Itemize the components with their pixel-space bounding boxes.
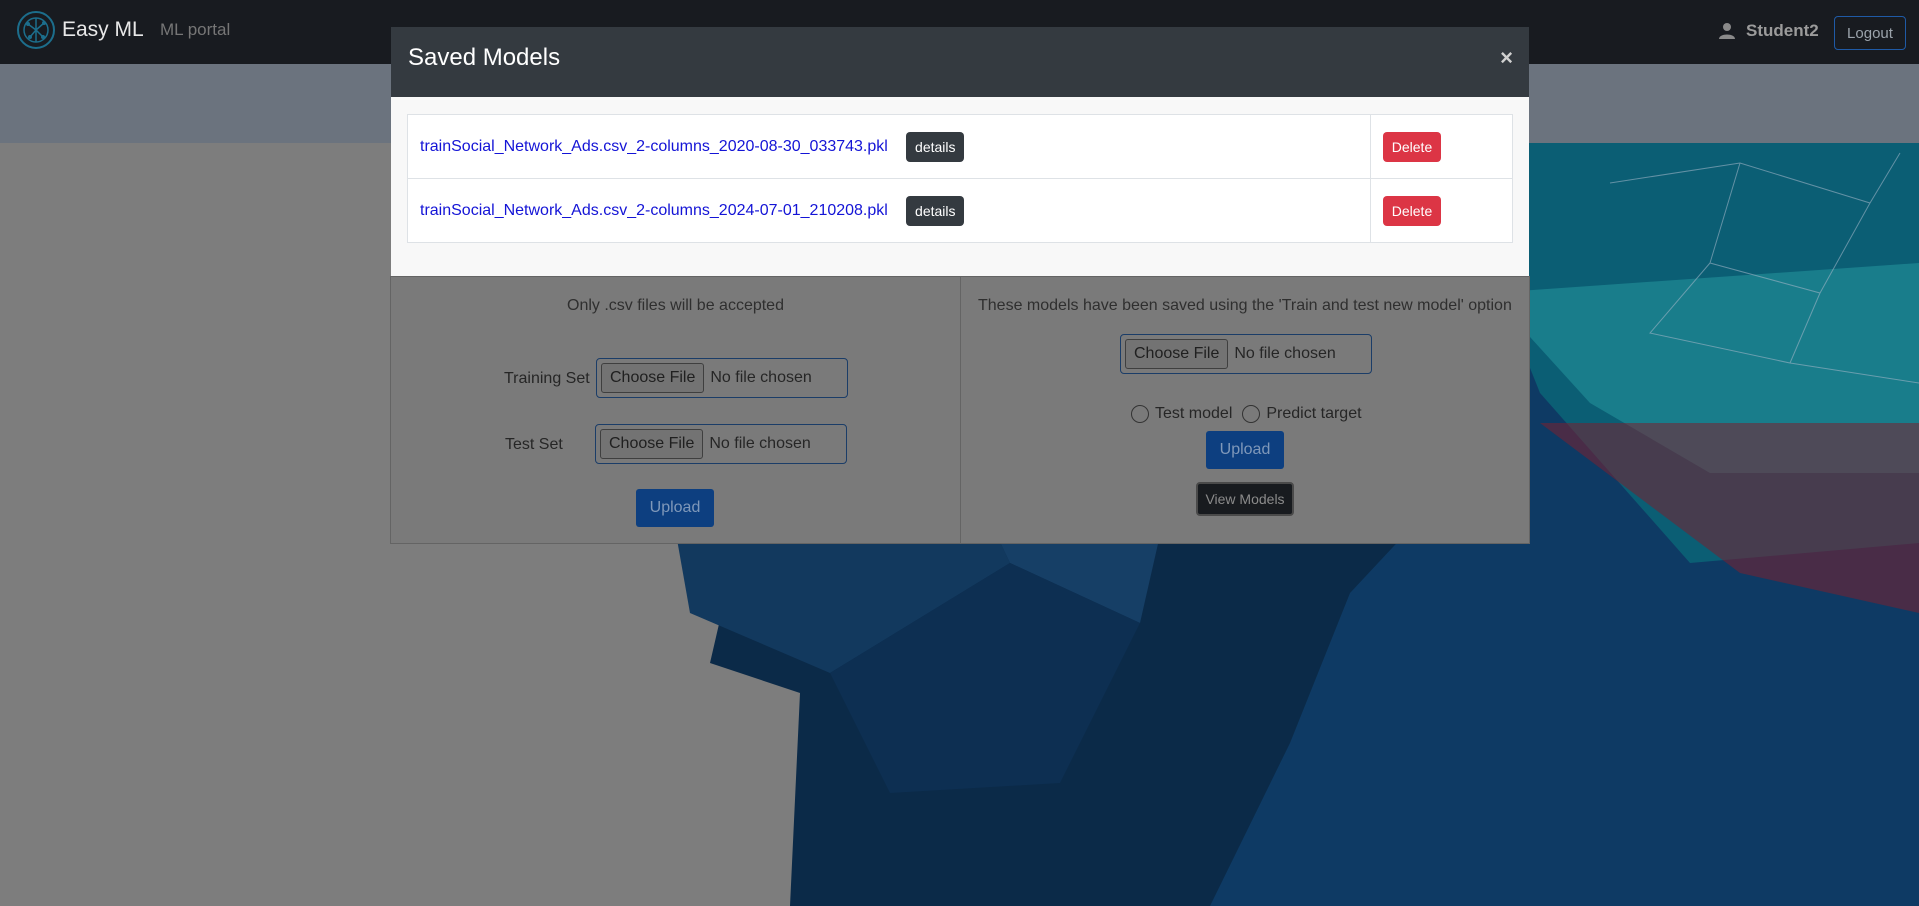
model-name-cell: trainSocial_Network_Ads.csv_2-columns_20… <box>407 178 1371 243</box>
test-model-radio-label: Test model <box>1155 405 1233 422</box>
nav-link-ml-portal[interactable]: ML portal <box>160 20 230 40</box>
train-upload-button[interactable]: Upload <box>636 489 714 527</box>
modal-title: Saved Models <box>408 44 561 71</box>
view-models-button[interactable]: View Models <box>1196 482 1294 516</box>
training-set-file-input[interactable]: Choose File No file chosen <box>596 358 848 398</box>
delete-button[interactable]: Delete <box>1383 131 1441 162</box>
brain-circuit-logo-icon <box>17 11 55 49</box>
user-menu[interactable]: Student2 <box>1717 21 1819 41</box>
table-row: trainSocial_Network_Ads.csv_2-columns_20… <box>407 178 1513 243</box>
saved-model-upload-button[interactable]: Upload <box>1206 431 1284 469</box>
saved-model-file-input[interactable]: Choose File No file chosen <box>1120 334 1372 374</box>
saved-models-table: trainSocial_Network_Ads.csv_2-columns_20… <box>407 114 1513 243</box>
model-action-cell: Delete <box>1370 114 1513 179</box>
predict-target-radio-label: Predict target <box>1266 405 1362 422</box>
saved-models-modal: Saved Models × trainSocial_Network_Ads.c… <box>391 27 1529 276</box>
modal-body: trainSocial_Network_Ads.csv_2-columns_20… <box>391 97 1529 276</box>
panel-divider <box>960 277 961 543</box>
saved-model-choose-file-button[interactable]: Choose File <box>1125 339 1229 369</box>
user-icon <box>1719 23 1735 39</box>
modal-header: Saved Models × <box>391 27 1529 97</box>
brand-name: Easy ML <box>62 18 144 41</box>
table-row: trainSocial_Network_Ads.csv_2-columns_20… <box>407 114 1513 179</box>
training-set-choose-file-button[interactable]: Choose File <box>601 363 705 393</box>
test-set-choose-file-button[interactable]: Choose File <box>600 429 704 459</box>
training-set-file-status: No file chosen <box>710 369 812 386</box>
training-set-label: Training Set <box>504 370 590 387</box>
user-name: Student2 <box>1746 21 1819 40</box>
test-set-file-input[interactable]: Choose File No file chosen <box>595 424 847 464</box>
test-set-label: Test Set <box>505 436 563 453</box>
model-action-cell: Delete <box>1370 178 1513 243</box>
model-link[interactable]: trainSocial_Network_Ads.csv_2-columns_20… <box>420 202 888 219</box>
close-icon[interactable]: × <box>1500 45 1513 71</box>
upload-panels: Only .csv files will be accepted Trainin… <box>390 276 1530 544</box>
model-link[interactable]: trainSocial_Network_Ads.csv_2-columns_20… <box>420 138 888 155</box>
model-name-cell: trainSocial_Network_Ads.csv_2-columns_20… <box>407 114 1371 179</box>
logout-button[interactable]: Logout <box>1834 16 1906 50</box>
test-set-file-status: No file chosen <box>709 435 811 452</box>
csv-only-hint: Only .csv files will be accepted <box>567 297 784 314</box>
details-button[interactable]: details <box>906 131 965 162</box>
test-model-radio[interactable] <box>1131 405 1149 423</box>
mode-radio-group: Test model Predict target <box>1131 405 1362 423</box>
details-button[interactable]: details <box>906 195 965 226</box>
saved-model-file-status: No file chosen <box>1234 345 1336 362</box>
brand[interactable]: Easy ML <box>16 10 144 50</box>
predict-target-radio[interactable] <box>1242 405 1261 423</box>
delete-button[interactable]: Delete <box>1383 195 1441 226</box>
saved-models-hint: These models have been saved using the '… <box>978 297 1512 314</box>
